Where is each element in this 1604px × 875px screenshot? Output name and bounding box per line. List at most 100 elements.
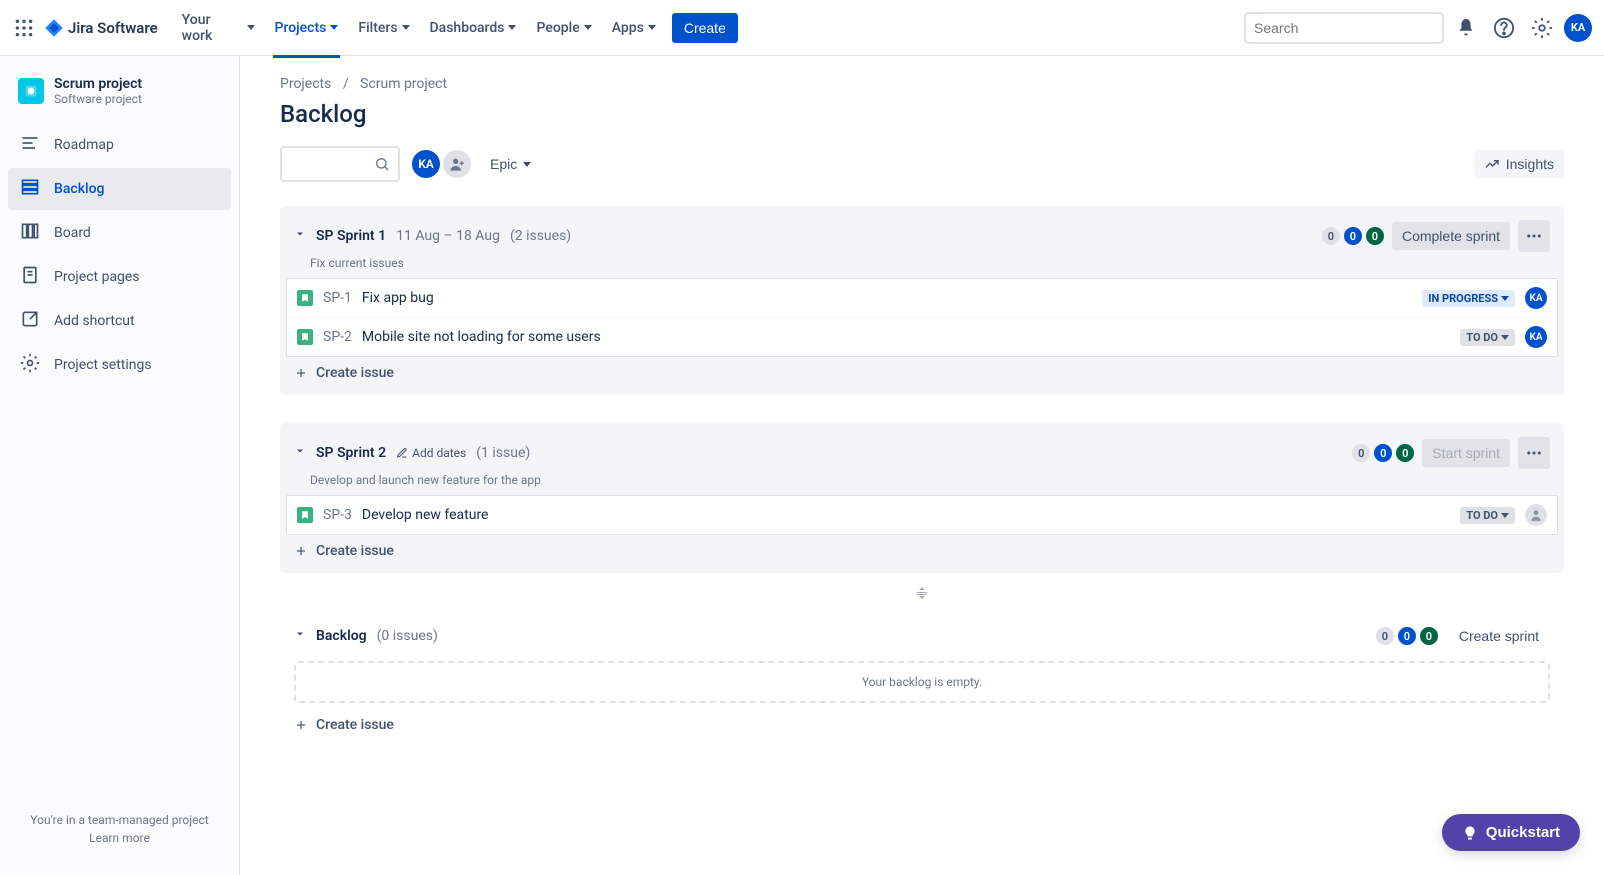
nav-item-people[interactable]: People bbox=[528, 14, 599, 42]
sprint-issue-count: (1 issue) bbox=[476, 445, 530, 461]
search-icon bbox=[374, 156, 390, 172]
story-icon bbox=[297, 507, 313, 523]
sidebar-item-board[interactable]: Board bbox=[8, 212, 231, 254]
chevron-down-icon[interactable] bbox=[294, 628, 306, 644]
create-issue-button[interactable]: Create issue bbox=[280, 709, 1564, 741]
chevron-down-icon bbox=[1501, 296, 1509, 301]
sprint-action-button[interactable]: Complete sprint bbox=[1392, 222, 1510, 250]
status-lozenge[interactable]: TO DO bbox=[1460, 329, 1515, 346]
sidebar-item-backlog[interactable]: Backlog bbox=[8, 168, 231, 210]
nav-right: KA bbox=[1244, 12, 1592, 44]
nav-item-filters[interactable]: Filters bbox=[350, 14, 417, 42]
create-sprint-button[interactable]: Create sprint bbox=[1448, 621, 1550, 651]
breadcrumb-projects[interactable]: Projects bbox=[280, 76, 331, 92]
nav-item-projects[interactable]: Projects bbox=[267, 14, 347, 42]
plus-icon bbox=[294, 544, 308, 558]
sidebar: Scrum project Software project RoadmapBa… bbox=[0, 56, 240, 875]
logo-text: Jira Software bbox=[68, 19, 158, 37]
chevron-down-icon[interactable] bbox=[294, 228, 306, 244]
chevron-down-icon bbox=[648, 25, 656, 30]
backlog-badges: 0 0 0 bbox=[1376, 627, 1438, 645]
sprint-name: SP Sprint 2 bbox=[316, 445, 386, 461]
sidebar-icon bbox=[20, 221, 40, 245]
issue-key[interactable]: SP-3 bbox=[323, 507, 352, 523]
plus-icon bbox=[294, 718, 308, 732]
insights-button[interactable]: Insights bbox=[1474, 150, 1564, 178]
sidebar-item-add-shortcut[interactable]: Add shortcut bbox=[8, 300, 231, 342]
issue-assignee-unassigned[interactable] bbox=[1525, 504, 1547, 526]
more-icon[interactable] bbox=[1518, 220, 1550, 252]
help-icon[interactable] bbox=[1488, 12, 1520, 44]
backlog-search-input[interactable] bbox=[290, 157, 374, 172]
status-lozenge[interactable]: IN PROGRESS bbox=[1422, 290, 1515, 307]
chevron-down-icon bbox=[402, 25, 410, 30]
main-content: Projects / Scrum project Backlog KA Epic bbox=[240, 56, 1604, 875]
sidebar-icon bbox=[20, 353, 40, 377]
sprint-header: SP Sprint 111 Aug – 18 Aug(2 issues)000C… bbox=[280, 216, 1564, 254]
nav-item-your-work[interactable]: Your work bbox=[174, 6, 263, 50]
issue-list: SP-3 Develop new feature TO DO bbox=[286, 495, 1558, 535]
avatar-user[interactable]: KA bbox=[410, 148, 442, 180]
breadcrumb-project[interactable]: Scrum project bbox=[360, 76, 447, 92]
app-switcher-icon[interactable] bbox=[12, 16, 36, 40]
notifications-icon[interactable] bbox=[1450, 12, 1482, 44]
project-type: Software project bbox=[54, 92, 142, 106]
plus-icon bbox=[294, 366, 308, 380]
issue-row[interactable]: SP-2Mobile site not loading for some use… bbox=[287, 318, 1557, 356]
issue-summary: Develop new feature bbox=[362, 507, 1450, 523]
create-issue-button[interactable]: Create issue bbox=[280, 535, 1564, 567]
sprint-panel: SP Sprint 2Add dates(1 issue)000Start sp… bbox=[280, 423, 1564, 573]
issue-key[interactable]: SP-2 bbox=[323, 329, 352, 345]
sidebar-item-roadmap[interactable]: Roadmap bbox=[8, 124, 231, 166]
sidebar-item-label: Board bbox=[54, 225, 91, 241]
quickstart-button[interactable]: Quickstart bbox=[1442, 814, 1580, 851]
sidebar-footer: You're in a team-managed project Learn m… bbox=[8, 803, 231, 855]
top-navigation: Jira Software Your workProjectsFiltersDa… bbox=[0, 0, 1604, 56]
settings-icon[interactable] bbox=[1526, 12, 1558, 44]
issue-key[interactable]: SP-1 bbox=[323, 290, 352, 306]
chevron-down-icon bbox=[584, 25, 592, 30]
more-icon[interactable] bbox=[1518, 437, 1550, 469]
resize-handle[interactable] bbox=[280, 587, 1564, 603]
chevron-down-icon bbox=[508, 25, 516, 30]
sidebar-icon bbox=[20, 177, 40, 201]
backlog-search[interactable] bbox=[280, 146, 400, 182]
backlog-section: Backlog (0 issues) 0 0 0 Create sprint Y… bbox=[280, 617, 1564, 751]
jira-logo[interactable]: Jira Software bbox=[44, 18, 158, 38]
sidebar-item-project-pages[interactable]: Project pages bbox=[8, 256, 231, 298]
badge-todo: 0 bbox=[1376, 627, 1394, 645]
sprint-goal: Fix current issues bbox=[280, 254, 1564, 278]
chevron-down-icon[interactable] bbox=[294, 445, 306, 461]
avatar-add-people[interactable] bbox=[441, 148, 473, 180]
issue-row[interactable]: SP-1 Fix app bug IN PROGRESS KA bbox=[287, 279, 1557, 318]
nav-items: Your workProjectsFiltersDashboardsPeople… bbox=[174, 6, 664, 50]
issue-row[interactable]: SP-3 Develop new feature TO DO bbox=[287, 496, 1557, 534]
chevron-down-icon bbox=[1501, 335, 1509, 340]
learn-more-link[interactable]: Learn more bbox=[8, 831, 231, 845]
project-icon bbox=[18, 78, 44, 104]
issue-assignee[interactable]: KA bbox=[1525, 326, 1547, 348]
chevron-down-icon bbox=[1501, 513, 1509, 518]
sidebar-items: RoadmapBacklog Board Project pagesAdd shor… bbox=[8, 124, 231, 803]
nav-item-apps[interactable]: Apps bbox=[604, 14, 664, 42]
nav-item-dashboards[interactable]: Dashboards bbox=[422, 14, 525, 42]
search-input[interactable] bbox=[1254, 20, 1435, 36]
epic-filter[interactable]: Epic bbox=[482, 150, 539, 178]
global-search[interactable] bbox=[1244, 12, 1444, 44]
issue-summary: Fix app bug bbox=[362, 290, 1412, 306]
status-lozenge[interactable]: TO DO bbox=[1460, 507, 1515, 524]
sprint-issue-count: (2 issues) bbox=[510, 228, 571, 244]
user-avatar[interactable]: KA bbox=[1564, 14, 1592, 42]
badge-done: 0 bbox=[1366, 227, 1384, 245]
sidebar-item-project-settings[interactable]: Project settings bbox=[8, 344, 231, 386]
chevron-down-icon bbox=[247, 25, 255, 30]
lightbulb-icon bbox=[1462, 825, 1478, 841]
sprint-name: SP Sprint 1 bbox=[316, 228, 386, 244]
badge-inprogress: 0 bbox=[1344, 227, 1362, 245]
create-issue-button[interactable]: Create issue bbox=[280, 357, 1564, 389]
sidebar-project[interactable]: Scrum project Software project bbox=[8, 76, 231, 124]
create-button[interactable]: Create bbox=[672, 13, 738, 43]
backlog-header: Backlog (0 issues) 0 0 0 Create sprint bbox=[280, 617, 1564, 655]
issue-assignee[interactable]: KA bbox=[1525, 287, 1547, 309]
add-dates-button[interactable]: Add dates bbox=[396, 446, 466, 460]
